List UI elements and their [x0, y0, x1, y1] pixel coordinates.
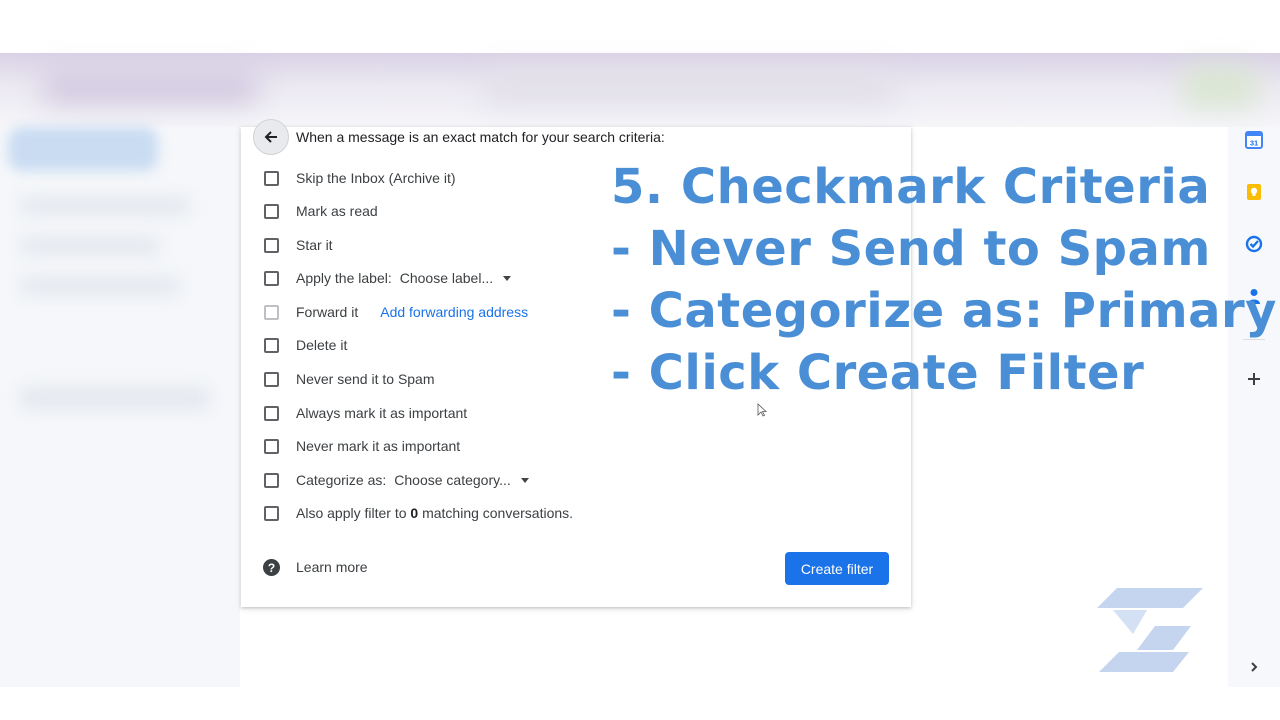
- watermark-logo: [1097, 588, 1203, 672]
- categorize-checkbox[interactable]: [264, 472, 279, 488]
- calendar-day: 31: [1250, 139, 1258, 148]
- overlay-line-4: - Click Create Filter: [611, 345, 1145, 401]
- mark-read-checkbox[interactable]: [264, 203, 279, 219]
- calendar-icon[interactable]: 31: [1244, 130, 1264, 150]
- option-delete[interactable]: Delete it: [264, 335, 347, 355]
- back-button[interactable]: [253, 119, 289, 155]
- skip-inbox-checkbox[interactable]: [264, 170, 279, 186]
- never-important-checkbox[interactable]: [264, 438, 279, 454]
- category-select-value: Choose category...: [394, 472, 511, 488]
- help-icon[interactable]: ?: [263, 559, 280, 576]
- delete-checkbox[interactable]: [264, 337, 279, 353]
- blurred-sidebar: [0, 127, 240, 687]
- always-important-checkbox[interactable]: [264, 405, 279, 421]
- mouse-cursor-icon: [757, 403, 767, 417]
- option-never-important[interactable]: Never mark it as important: [264, 436, 460, 456]
- matching-count: 0: [410, 505, 419, 521]
- add-forwarding-address-link[interactable]: Add forwarding address: [380, 304, 528, 320]
- always-important-label: Always mark it as important: [296, 405, 468, 421]
- blurred-compose-button: [8, 127, 158, 171]
- category-select[interactable]: Choose category...: [394, 472, 529, 488]
- create-filter-button[interactable]: Create filter: [785, 552, 889, 585]
- option-categorize[interactable]: Categorize as: Choose category...: [264, 470, 529, 490]
- label-select[interactable]: Choose label...: [399, 270, 512, 286]
- forward-checkbox[interactable]: [264, 304, 279, 320]
- tutorial-overlay: 5. Checkmark Criteria - Never Send to Sp…: [611, 156, 1277, 404]
- overlay-line-2: - Never Send to Spam: [611, 221, 1211, 277]
- never-important-label: Never mark it as important: [296, 438, 461, 454]
- star-checkbox[interactable]: [264, 237, 279, 253]
- option-never-spam[interactable]: Never send it to Spam: [264, 369, 435, 389]
- skip-inbox-label: Skip the Inbox (Archive it): [296, 170, 456, 186]
- mark-read-label: Mark as read: [296, 203, 378, 219]
- label-select-value: Choose label...: [399, 270, 494, 286]
- expand-icon[interactable]: [1244, 657, 1264, 677]
- option-also-apply[interactable]: Also apply filter to 0 matching conversa…: [264, 503, 573, 523]
- also-apply-prefix: Also apply filter to: [296, 505, 407, 521]
- dropdown-caret-icon: [520, 477, 529, 483]
- also-apply-suffix: matching conversations.: [422, 505, 574, 521]
- also-apply-label: Also apply filter to 0 matching conversa…: [296, 505, 573, 521]
- option-star[interactable]: Star it: [264, 235, 333, 255]
- learn-more-link[interactable]: Learn more: [296, 559, 368, 575]
- overlay-line-1: 5. Checkmark Criteria: [611, 159, 1211, 215]
- arrow-back-icon: [264, 131, 277, 143]
- dialog-header: When a message is an exact match for you…: [296, 129, 665, 145]
- star-label: Star it: [296, 237, 333, 253]
- apply-label-checkbox[interactable]: [264, 270, 279, 286]
- option-apply-label[interactable]: Apply the label: Choose label...: [264, 268, 512, 288]
- option-skip-inbox[interactable]: Skip the Inbox (Archive it): [264, 168, 456, 188]
- never-spam-checkbox[interactable]: [264, 371, 279, 387]
- bottom-margin: [0, 687, 1280, 720]
- overlay-line-3: - Categorize as: Primary: [611, 283, 1277, 339]
- blurred-header: [0, 53, 1280, 127]
- never-spam-label: Never send it to Spam: [296, 371, 435, 387]
- categorize-label: Categorize as:: [296, 472, 387, 488]
- option-forward[interactable]: Forward it Add forwarding address: [264, 302, 528, 322]
- delete-label: Delete it: [296, 337, 348, 353]
- forward-label: Forward it: [296, 304, 359, 320]
- also-apply-checkbox[interactable]: [264, 505, 279, 521]
- option-always-important[interactable]: Always mark it as important: [264, 403, 467, 423]
- apply-label-label: Apply the label:: [296, 270, 392, 286]
- option-mark-read[interactable]: Mark as read: [264, 201, 378, 221]
- dropdown-caret-icon: [503, 275, 512, 281]
